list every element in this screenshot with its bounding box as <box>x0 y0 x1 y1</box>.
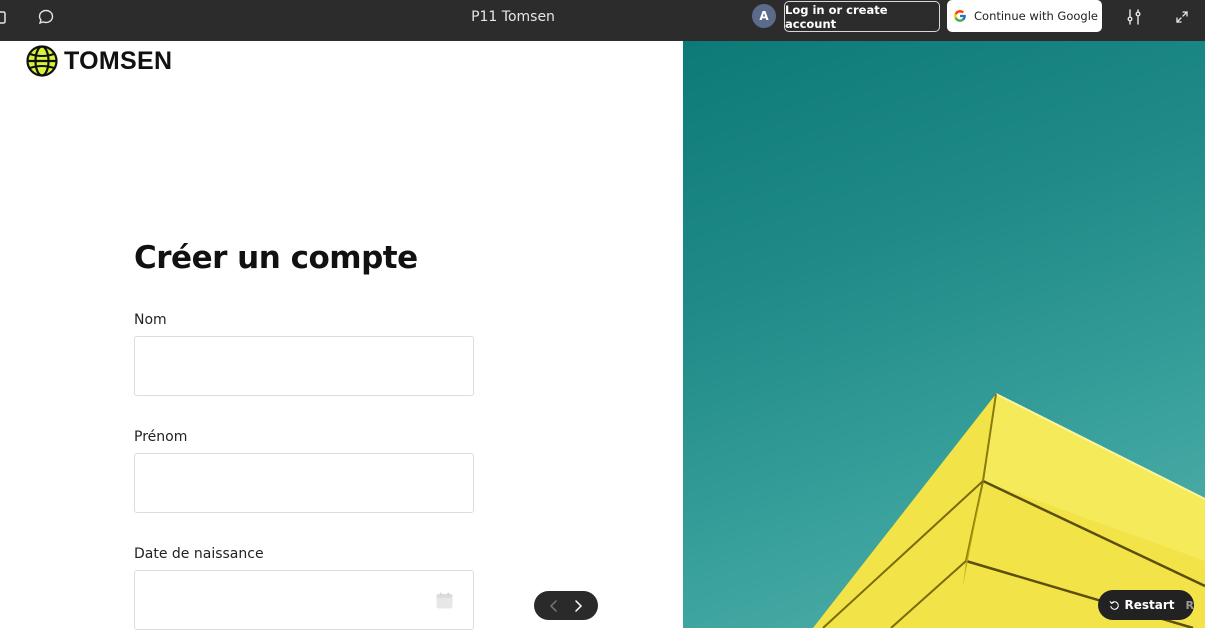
date-de-naissance-label: Date de naissance <box>134 546 264 562</box>
calendar-icon[interactable] <box>436 592 453 609</box>
brand-name: TOMSEN <box>64 46 173 75</box>
settings-sliders-icon[interactable] <box>1122 0 1146 33</box>
prenom-field[interactable] <box>134 453 474 513</box>
restart-button[interactable]: Restart R <box>1098 590 1194 620</box>
restart-label: Restart <box>1124 598 1175 612</box>
avatar[interactable]: A <box>752 4 776 28</box>
restart-shortcut: R <box>1185 598 1194 612</box>
globe-logo-icon <box>26 45 58 77</box>
hero-building-image <box>683 41 1205 628</box>
google-icon <box>954 10 966 22</box>
google-button-label: Continue with Google <box>974 9 1098 23</box>
top-toolbar: P11 Tomsen A Log in or create account Co… <box>0 0 1205 41</box>
chevron-left-icon[interactable] <box>549 599 559 612</box>
page-title: Créer un compte <box>134 240 418 276</box>
nom-field[interactable] <box>134 336 474 396</box>
nom-label: Nom <box>134 312 167 328</box>
expand-icon[interactable] <box>1170 0 1194 33</box>
chevron-right-icon[interactable] <box>573 599 583 612</box>
continue-with-google-button[interactable]: Continue with Google <box>947 0 1102 32</box>
date-de-naissance-field[interactable] <box>134 570 474 630</box>
prenom-label: Prénom <box>134 429 188 445</box>
yellow-building-graphic <box>813 393 1205 628</box>
login-or-create-account-button[interactable]: Log in or create account <box>784 1 940 32</box>
page-navigator <box>534 591 598 620</box>
brand-logo[interactable]: TOMSEN <box>26 45 172 77</box>
restart-icon <box>1109 601 1119 610</box>
